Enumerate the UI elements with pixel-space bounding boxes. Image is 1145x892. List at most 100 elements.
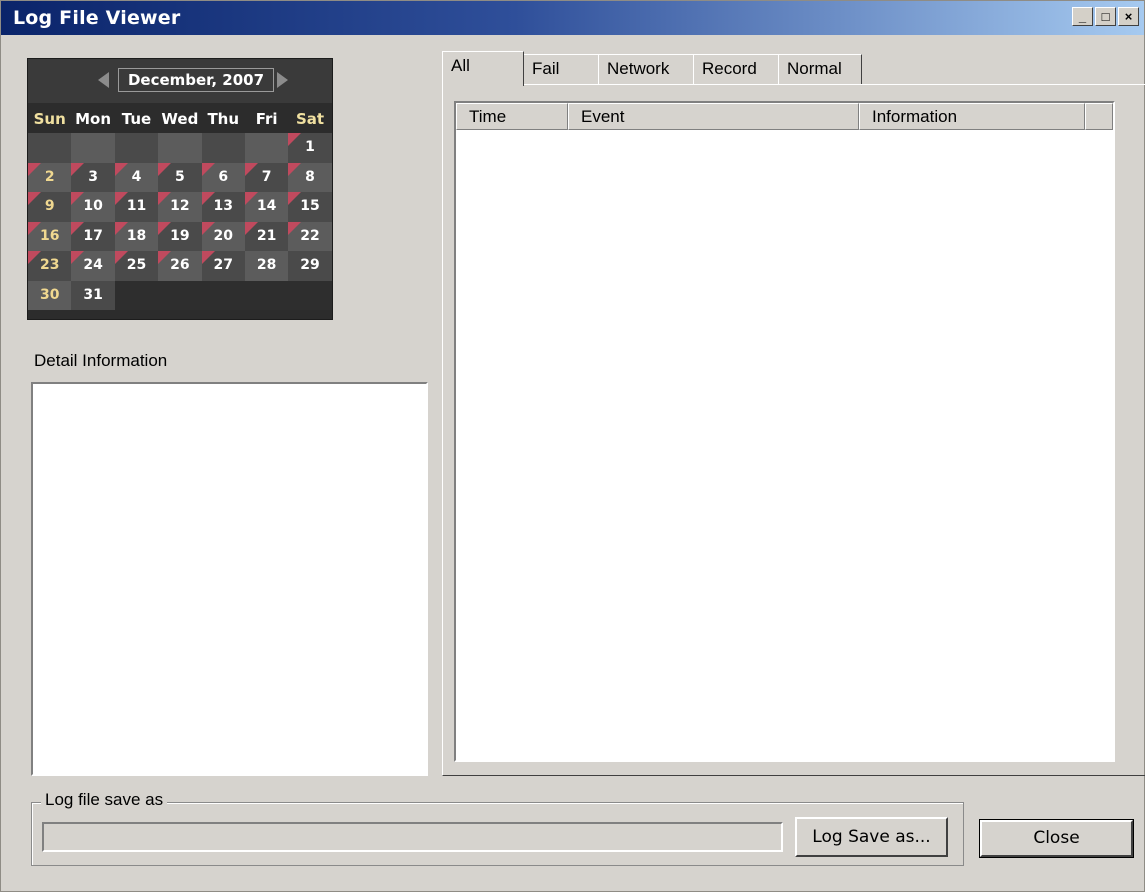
calendar-day[interactable]: 1 bbox=[288, 133, 332, 163]
calendar-weeks: 1 2 3 4 5 6 7 8 9 10 11 12 13 14 15 16 17 18 19 20 21 22 23 24 2… bbox=[28, 133, 332, 310]
log-marker-icon bbox=[114, 221, 128, 235]
log-file-viewer-window: Log File Viewer _ □ × December, 2007 Sun… bbox=[0, 0, 1145, 892]
log-save-group-label: Log file save as bbox=[41, 790, 168, 810]
calendar-day-number: 3 bbox=[88, 168, 98, 185]
weekday-label: Wed bbox=[161, 110, 199, 128]
calendar-day[interactable]: 6 bbox=[201, 162, 245, 192]
log-marker-icon bbox=[114, 162, 128, 176]
calendar-day[interactable]: 2 bbox=[28, 162, 72, 192]
weekday-label: Fri bbox=[255, 110, 278, 128]
log-marker-icon bbox=[244, 162, 258, 176]
tab-fail[interactable]: Fail bbox=[523, 54, 599, 84]
calendar-day[interactable]: 17 bbox=[71, 221, 115, 251]
calendar-day[interactable]: 25 bbox=[114, 251, 159, 281]
calendar-day[interactable]: 10 bbox=[71, 192, 115, 222]
minimize-button[interactable]: _ bbox=[1072, 7, 1093, 26]
weekday-label: Thu bbox=[207, 110, 240, 128]
log-marker-icon bbox=[114, 251, 128, 264]
calendar-empty-cell bbox=[158, 133, 202, 163]
column-header-information[interactable]: Information bbox=[859, 103, 1085, 130]
calendar-day-number: 30 bbox=[39, 286, 60, 303]
calendar-day[interactable]: 23 bbox=[28, 251, 72, 281]
calendar-day[interactable]: 20 bbox=[201, 221, 245, 251]
calendar-day-number: 24 bbox=[83, 257, 103, 273]
calendar-week-row: 1 bbox=[28, 133, 332, 163]
close-window-button[interactable]: × bbox=[1118, 7, 1139, 26]
log-list[interactable]: Time Event Information bbox=[454, 101, 1115, 762]
calendar-day[interactable]: 3 bbox=[71, 162, 115, 192]
calendar-day-number: 15 bbox=[300, 198, 320, 214]
detail-information-box[interactable] bbox=[31, 382, 428, 776]
calendar-day-number: 16 bbox=[39, 227, 60, 244]
calendar-day[interactable]: 29 bbox=[288, 251, 332, 281]
calendar-day[interactable]: 26 bbox=[158, 251, 202, 281]
weekday-row: Sun Mon Tue Wed Thu Fri Sat bbox=[28, 105, 332, 133]
weekday-label: Mon bbox=[75, 110, 112, 128]
calendar-empty-cell bbox=[201, 280, 245, 310]
calendar-day-number: 12 bbox=[170, 198, 190, 214]
column-header-event[interactable]: Event bbox=[568, 103, 859, 130]
weekday-label: Sat bbox=[295, 110, 325, 128]
column-header-time[interactable]: Time bbox=[456, 103, 568, 130]
calendar-day[interactable]: 4 bbox=[114, 162, 159, 192]
calendar-day[interactable]: 14 bbox=[244, 192, 289, 222]
calendar-day-number: 19 bbox=[170, 227, 190, 244]
calendar-day-number: 7 bbox=[261, 168, 272, 185]
calendar-day[interactable]: 28 bbox=[244, 251, 289, 281]
title-bar: Log File Viewer _ □ × bbox=[1, 1, 1144, 35]
calendar-grid: Sun Mon Tue Wed Thu Fri Sat 1 2 3 4 5 6 7 8 9 10 11 12 13 1… bbox=[28, 105, 332, 310]
calendar-week-row: 30 31 bbox=[28, 280, 332, 310]
calendar-day-number: 28 bbox=[256, 257, 277, 273]
calendar-day[interactable]: 22 bbox=[288, 221, 332, 251]
tab-network[interactable]: Network bbox=[598, 54, 694, 84]
calendar-day[interactable]: 15 bbox=[288, 192, 332, 222]
calendar-day[interactable]: 16 bbox=[28, 221, 72, 251]
calendar-month-label[interactable]: December, 2007 bbox=[118, 68, 274, 92]
weekday-label: Tue bbox=[121, 110, 152, 128]
calendar-day[interactable]: 24 bbox=[71, 251, 115, 281]
calendar-day[interactable]: 30 bbox=[28, 280, 72, 310]
calendar-day[interactable]: 11 bbox=[114, 192, 159, 222]
calendar-day-number: 31 bbox=[83, 286, 103, 303]
calendar-week-row: 23 24 25 26 27 28 29 bbox=[28, 251, 332, 281]
tab-normal[interactable]: Normal bbox=[778, 54, 862, 84]
calendar-week-row: 9 10 11 12 13 14 15 bbox=[28, 192, 332, 222]
calendar-empty-cell bbox=[201, 133, 245, 163]
calendar-day-number: 5 bbox=[174, 168, 185, 185]
calendar-day[interactable]: 7 bbox=[244, 162, 289, 192]
calendar-empty-cell bbox=[158, 280, 202, 310]
log-marker-icon bbox=[201, 192, 215, 205]
calendar-empty-cell bbox=[28, 133, 72, 163]
log-marker-icon bbox=[201, 251, 215, 264]
calendar-day[interactable]: 8 bbox=[288, 162, 332, 192]
window-title: Log File Viewer bbox=[13, 7, 181, 29]
calendar-day[interactable]: 9 bbox=[28, 192, 72, 222]
detail-information-label: Detail Information bbox=[34, 351, 168, 370]
close-button[interactable]: Close bbox=[979, 819, 1134, 858]
calendar-day[interactable]: 5 bbox=[158, 162, 202, 192]
tab-all[interactable]: All bbox=[442, 51, 524, 86]
calendar-empty-cell bbox=[114, 280, 159, 310]
maximize-button[interactable]: □ bbox=[1095, 7, 1116, 26]
log-marker-icon bbox=[244, 221, 258, 235]
calendar-day[interactable]: 21 bbox=[244, 221, 289, 251]
log-marker-icon bbox=[201, 221, 215, 235]
calendar-day[interactable]: 18 bbox=[114, 221, 159, 251]
calendar-day[interactable]: 12 bbox=[158, 192, 202, 222]
save-path-field[interactable] bbox=[42, 822, 783, 852]
calendar-day-number: 10 bbox=[83, 198, 103, 214]
calendar-day-number: 8 bbox=[305, 168, 315, 185]
calendar-day-number: 20 bbox=[213, 227, 233, 244]
previous-month-arrow-icon[interactable] bbox=[98, 72, 109, 88]
log-marker-icon bbox=[71, 162, 85, 176]
log-marker-icon bbox=[288, 133, 302, 146]
calendar-day[interactable]: 31 bbox=[71, 280, 115, 310]
calendar-day[interactable]: 19 bbox=[158, 221, 202, 251]
next-month-arrow-icon[interactable] bbox=[277, 72, 288, 88]
calendar-day[interactable]: 13 bbox=[201, 192, 245, 222]
tab-record[interactable]: Record bbox=[693, 54, 779, 84]
calendar-day-number: 9 bbox=[44, 198, 55, 214]
log-save-as-button[interactable]: Log Save as... bbox=[795, 817, 948, 857]
calendar-day[interactable]: 27 bbox=[201, 251, 245, 281]
log-marker-icon bbox=[28, 192, 41, 205]
